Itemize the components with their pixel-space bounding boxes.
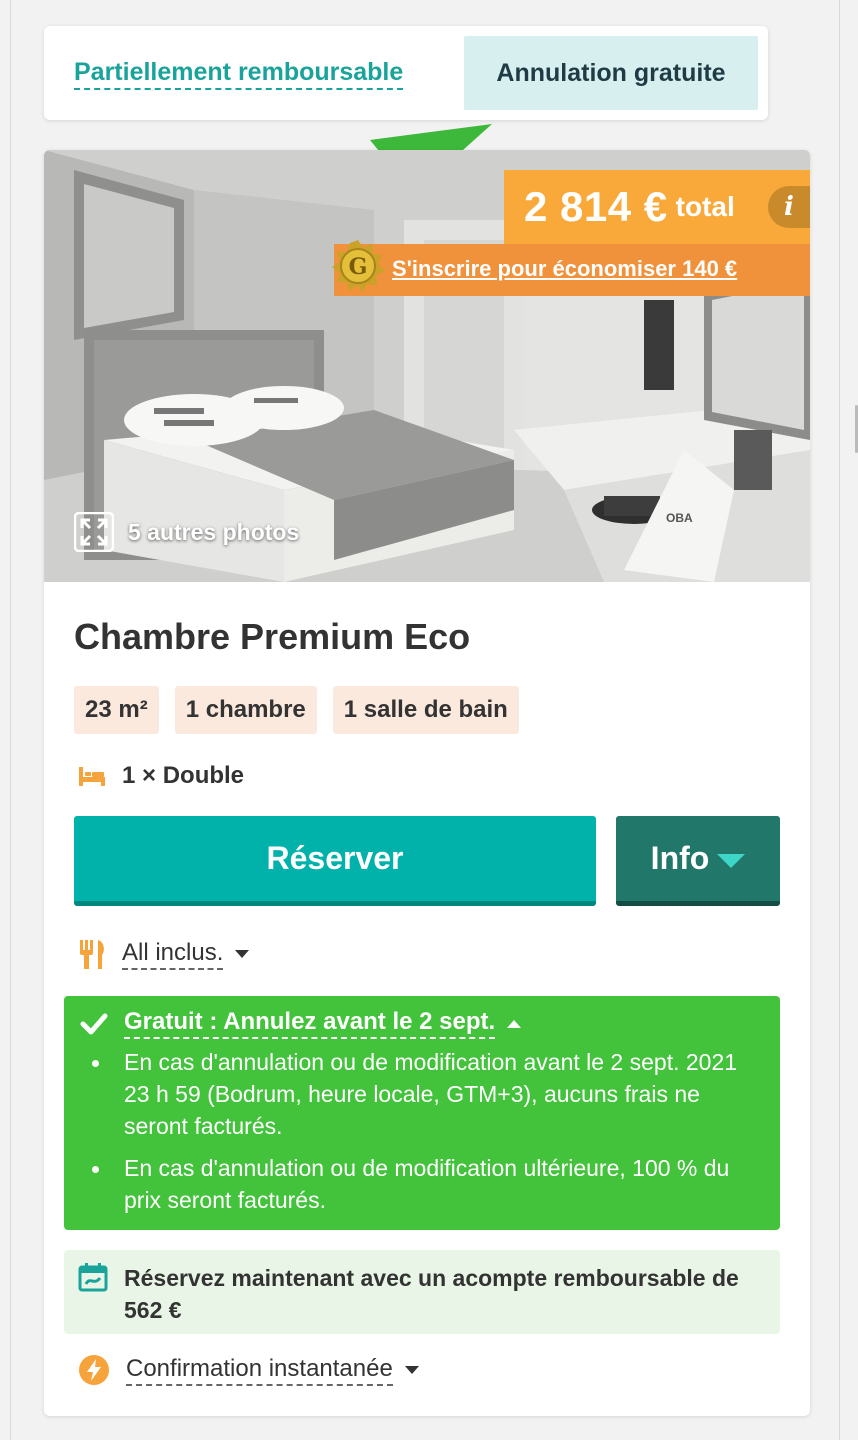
badge-letter: G xyxy=(349,254,368,280)
chevron-down-icon xyxy=(717,853,746,868)
calendar-icon xyxy=(78,1263,108,1292)
confirmation-label: Confirmation instantanée xyxy=(126,1355,393,1386)
feature-tag-bathrooms: 1 salle de bain xyxy=(332,686,519,734)
check-icon xyxy=(80,1013,108,1034)
expand-icon xyxy=(74,512,114,552)
cancellation-details: En cas d'annulation ou de modification a… xyxy=(90,1046,750,1226)
price-box[interactable]: 2 814 € total i xyxy=(504,170,810,244)
fork-knife-icon xyxy=(80,940,104,969)
feature-tag-size: 23 m² xyxy=(74,686,159,734)
chevron-down-icon xyxy=(404,1366,419,1374)
partially-refundable-option[interactable]: Partiellement remboursable xyxy=(74,58,404,90)
price-info-icon[interactable]: i xyxy=(768,186,810,228)
cancellation-toggle: Partiellement remboursable Annulation gr… xyxy=(44,26,768,120)
cancellation-policy: Gratuit : Annulez avant le 2 sept. En ca… xyxy=(64,996,780,1230)
room-photo[interactable]: OBA 2 814 € total i G S'inscrire pour éc… xyxy=(44,150,810,582)
promo-strip[interactable]: G S'inscrire pour économiser 140 € xyxy=(332,240,810,296)
signup-promo-link[interactable]: S'inscrire pour économiser 140 € xyxy=(392,256,737,282)
room-card: OBA 2 814 € total i G S'inscrire pour éc… xyxy=(44,150,810,1416)
photo-sign-text: OBA xyxy=(666,511,693,525)
chevron-down-icon xyxy=(235,950,250,958)
cancellation-item: En cas d'annulation ou de modification u… xyxy=(90,1152,750,1216)
cancellation-toggle-heading[interactable]: Gratuit : Annulez avant le 2 sept. xyxy=(80,1008,522,1039)
bed-type: 1 × Double xyxy=(122,762,245,789)
more-photos-button[interactable]: 5 autres photos xyxy=(74,512,299,552)
cancellation-item: En cas d'annulation ou de modification a… xyxy=(90,1046,750,1142)
lightning-icon xyxy=(79,1355,109,1385)
room-features: 23 m² 1 chambre 1 salle de bain xyxy=(74,686,519,734)
feature-tag-bedrooms: 1 chambre xyxy=(174,686,317,734)
board-type-dropdown[interactable]: All inclus. xyxy=(78,938,250,970)
price-total-label: total xyxy=(675,191,735,222)
more-photos-label: 5 autres photos xyxy=(128,518,300,545)
reserve-button[interactable]: Réserver xyxy=(74,816,596,906)
chevron-up-icon xyxy=(507,1019,522,1028)
deposit-text: Réservez maintenant avec un acompte remb… xyxy=(124,1265,739,1323)
confirmation-dropdown[interactable]: Confirmation instantanée xyxy=(78,1354,419,1386)
gold-badge-icon: G xyxy=(332,240,385,292)
bed-icon xyxy=(79,767,105,786)
price-amount: 2 814 € xyxy=(524,183,668,230)
left-border-line xyxy=(10,0,11,1440)
room-title: Chambre Premium Eco xyxy=(74,616,471,657)
right-border-line xyxy=(839,0,840,1440)
cancellation-heading: Gratuit : Annulez avant le 2 sept. xyxy=(124,1008,496,1039)
free-cancellation-option[interactable]: Annulation gratuite xyxy=(464,36,758,110)
board-type-label: All inclus. xyxy=(122,939,224,970)
bed-info: 1 × Double xyxy=(78,762,244,790)
deposit-info: Réservez maintenant avec un acompte remb… xyxy=(64,1250,780,1334)
info-button-label: Info xyxy=(650,840,710,876)
info-button[interactable]: Info xyxy=(616,816,780,906)
